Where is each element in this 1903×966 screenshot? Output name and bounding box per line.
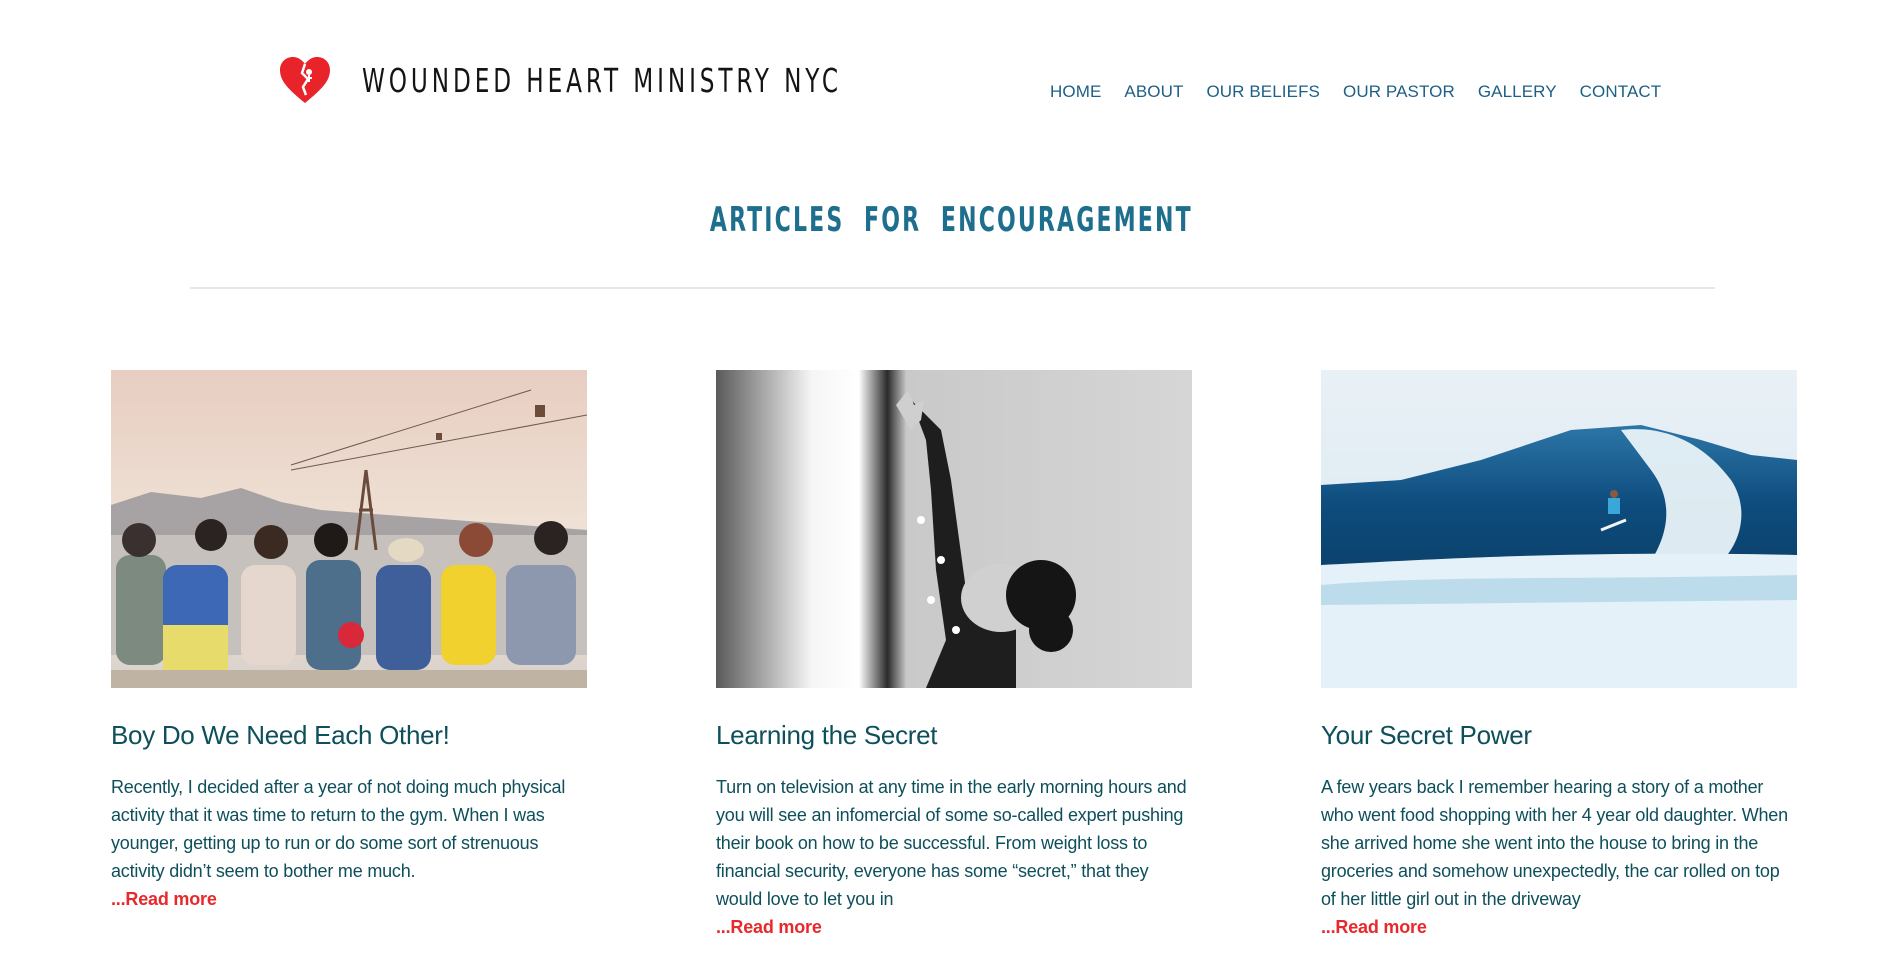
section-title: ARTICLES FOR ENCOURAGEMENT xyxy=(710,200,1193,240)
site-title: WOUNDED HEART MINISTRY NYC xyxy=(362,60,843,100)
article-excerpt: Turn on television at any time in the ea… xyxy=(716,773,1192,941)
article-excerpt: Recently, I decided after a year of not … xyxy=(111,773,587,913)
article-title[interactable]: Boy Do We Need Each Other! xyxy=(111,720,587,751)
nav-home[interactable]: HOME xyxy=(1050,82,1101,102)
article-image-friends[interactable] xyxy=(111,370,587,688)
article-image-child-reaching[interactable] xyxy=(716,370,1192,688)
article-title[interactable]: Learning the Secret xyxy=(716,720,1192,751)
article-excerpt: A few years back I remember hearing a st… xyxy=(1321,773,1797,941)
nav-our-pastor[interactable]: OUR PASTOR xyxy=(1343,82,1455,102)
nav-contact[interactable]: CONTACT xyxy=(1580,82,1662,102)
site-header: WOUNDED HEART MINISTRY NYC HOME ABOUT OU… xyxy=(0,0,1903,150)
article-card: Boy Do We Need Each Other! Recently, I d… xyxy=(111,370,587,913)
main-nav: HOME ABOUT OUR BELIEFS OUR PASTOR GALLER… xyxy=(1050,82,1684,102)
logo[interactable]: WOUNDED HEART MINISTRY NYC xyxy=(278,55,977,105)
read-more-link[interactable]: ...Read more xyxy=(1321,913,1427,941)
read-more-link[interactable]: ...Read more xyxy=(111,885,217,913)
nav-about[interactable]: ABOUT xyxy=(1124,82,1183,102)
article-card: Your Secret Power A few years back I rem… xyxy=(1321,370,1797,941)
article-title[interactable]: Your Secret Power xyxy=(1321,720,1797,751)
article-image-surfer-wave[interactable] xyxy=(1321,370,1797,688)
divider xyxy=(190,287,1715,289)
nav-gallery[interactable]: GALLERY xyxy=(1478,82,1557,102)
nav-our-beliefs[interactable]: OUR BELIEFS xyxy=(1206,82,1320,102)
broken-heart-icon xyxy=(280,57,330,103)
article-card: Learning the Secret Turn on television a… xyxy=(716,370,1192,941)
read-more-link[interactable]: ...Read more xyxy=(716,913,822,941)
